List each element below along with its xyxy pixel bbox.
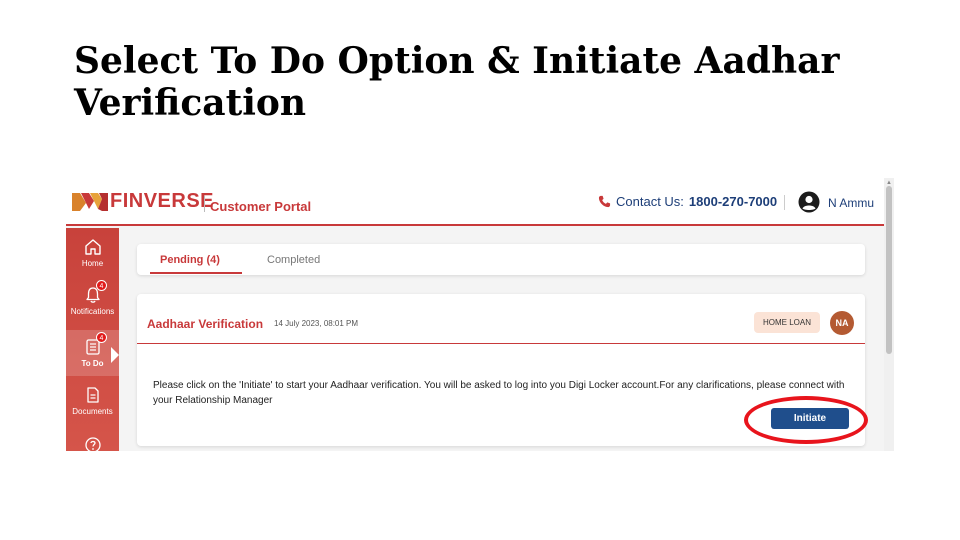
portal-header: FINVERSE Customer Portal Contact Us: 180…: [66, 178, 884, 226]
task-timestamp: 14 July 2023, 08:01 PM: [274, 319, 359, 328]
contact-number[interactable]: 1800-270-7000: [689, 194, 777, 209]
task-tabs: Pending (4) Completed: [137, 244, 865, 275]
portal-screenshot: FINVERSE Customer Portal Contact Us: 180…: [66, 178, 894, 451]
sidebar-item-label: Notifications: [70, 307, 115, 316]
phone-icon: [598, 195, 611, 208]
brand-divider: [204, 196, 205, 212]
tab-completed[interactable]: Completed: [267, 254, 320, 266]
sidebar-item-help[interactable]: [66, 436, 119, 451]
avatar: NA: [830, 311, 854, 335]
sidebar-item-home[interactable]: Home: [66, 236, 119, 280]
sidebar-item-documents[interactable]: Documents: [66, 384, 119, 428]
sidebar-item-label: Home: [81, 259, 104, 268]
contact-label: Contact Us:: [616, 194, 684, 209]
task-title: Aadhaar Verification: [147, 317, 264, 331]
finverse-logo: [72, 193, 108, 211]
contact-us[interactable]: Contact Us: 1800-270-7000: [598, 194, 777, 209]
sidebar: Home 4 Notifications 4 To Do Documents: [66, 228, 119, 451]
active-tab-underline: [150, 272, 242, 274]
tab-pending[interactable]: Pending (4): [160, 254, 220, 266]
active-item-indicator: [111, 347, 119, 363]
portal-subtitle: Customer Portal: [210, 199, 312, 214]
document-icon: [86, 387, 99, 403]
user-name[interactable]: N Ammu: [828, 196, 874, 210]
user-account-icon[interactable]: [798, 191, 820, 213]
todo-count-badge: 4: [96, 332, 107, 343]
task-card: Aadhaar Verification 14 July 2023, 08:01…: [137, 294, 865, 446]
header-divider: [784, 195, 785, 210]
sidebar-item-notifications[interactable]: 4 Notifications: [66, 280, 119, 328]
task-instructions: Please click on the 'Initiate' to start …: [153, 380, 845, 406]
notification-count-badge: 4: [96, 280, 107, 291]
brand-name: FINVERSE: [110, 190, 215, 212]
help-icon: [84, 437, 101, 451]
initiate-button[interactable]: Initiate: [771, 408, 849, 429]
scrollbar[interactable]: ▲: [884, 178, 894, 451]
task-card-divider: [137, 343, 865, 344]
slide-title: Select To Do Option & Initiate Aadhar Ve…: [74, 40, 840, 124]
loan-type-badge: HOME LOAN: [754, 312, 820, 333]
scrollbar-thumb[interactable]: [886, 186, 892, 354]
sidebar-item-label: Documents: [72, 407, 113, 416]
home-icon: [84, 239, 101, 255]
